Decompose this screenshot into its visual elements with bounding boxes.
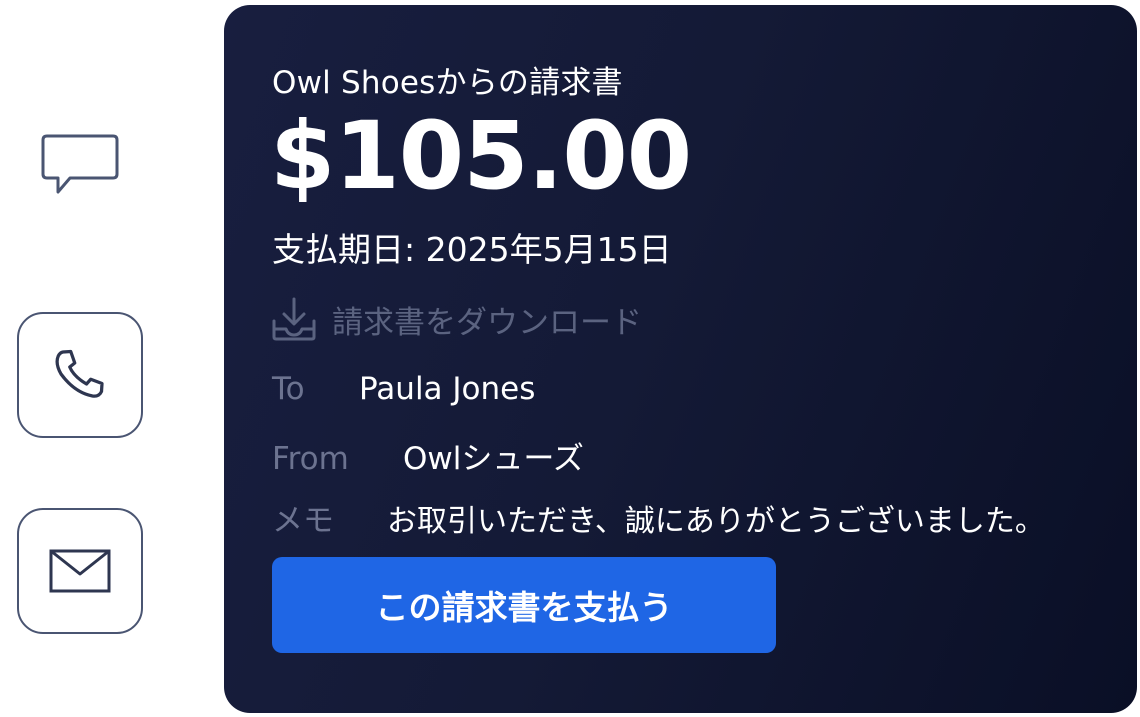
to-label: To (272, 371, 305, 407)
sender-row: From Owlシューズ (272, 433, 584, 478)
invoice-amount: $105.00 (270, 102, 692, 211)
download-invoice-label: 請求書をダウンロード (332, 304, 642, 341)
invoice-card: Owl Shoesからの請求書 $105.00 支払期日: 2025年5月15日… (224, 5, 1137, 713)
to-value: Paula Jones (359, 371, 536, 407)
due-date: 支払期日: 2025年5月15日 (272, 230, 672, 269)
memo-label: メモ (272, 503, 334, 539)
page: Owl Shoesからの請求書 $105.00 支払期日: 2025年5月15日… (0, 0, 1140, 717)
download-icon (270, 295, 318, 343)
pay-invoice-button[interactable]: この請求書を支払う (272, 557, 776, 653)
phone-button[interactable] (17, 312, 143, 438)
mail-icon (49, 548, 111, 594)
phone-icon (50, 345, 110, 405)
from-value: Owlシューズ (403, 441, 584, 477)
chat-icon[interactable] (38, 130, 122, 202)
download-invoice-link[interactable]: 請求書をダウンロード (270, 295, 642, 343)
invoice-title: Owl Shoesからの請求書 (272, 65, 623, 101)
memo-value: お取引いただき、誠にありがとうございました。 (387, 504, 1045, 539)
recipient-row: To Paula Jones (272, 371, 535, 407)
from-label: From (272, 441, 349, 477)
mail-button[interactable] (17, 508, 143, 634)
memo-row: メモ お取引いただき、誠にありがとうございました。 (272, 495, 1045, 540)
